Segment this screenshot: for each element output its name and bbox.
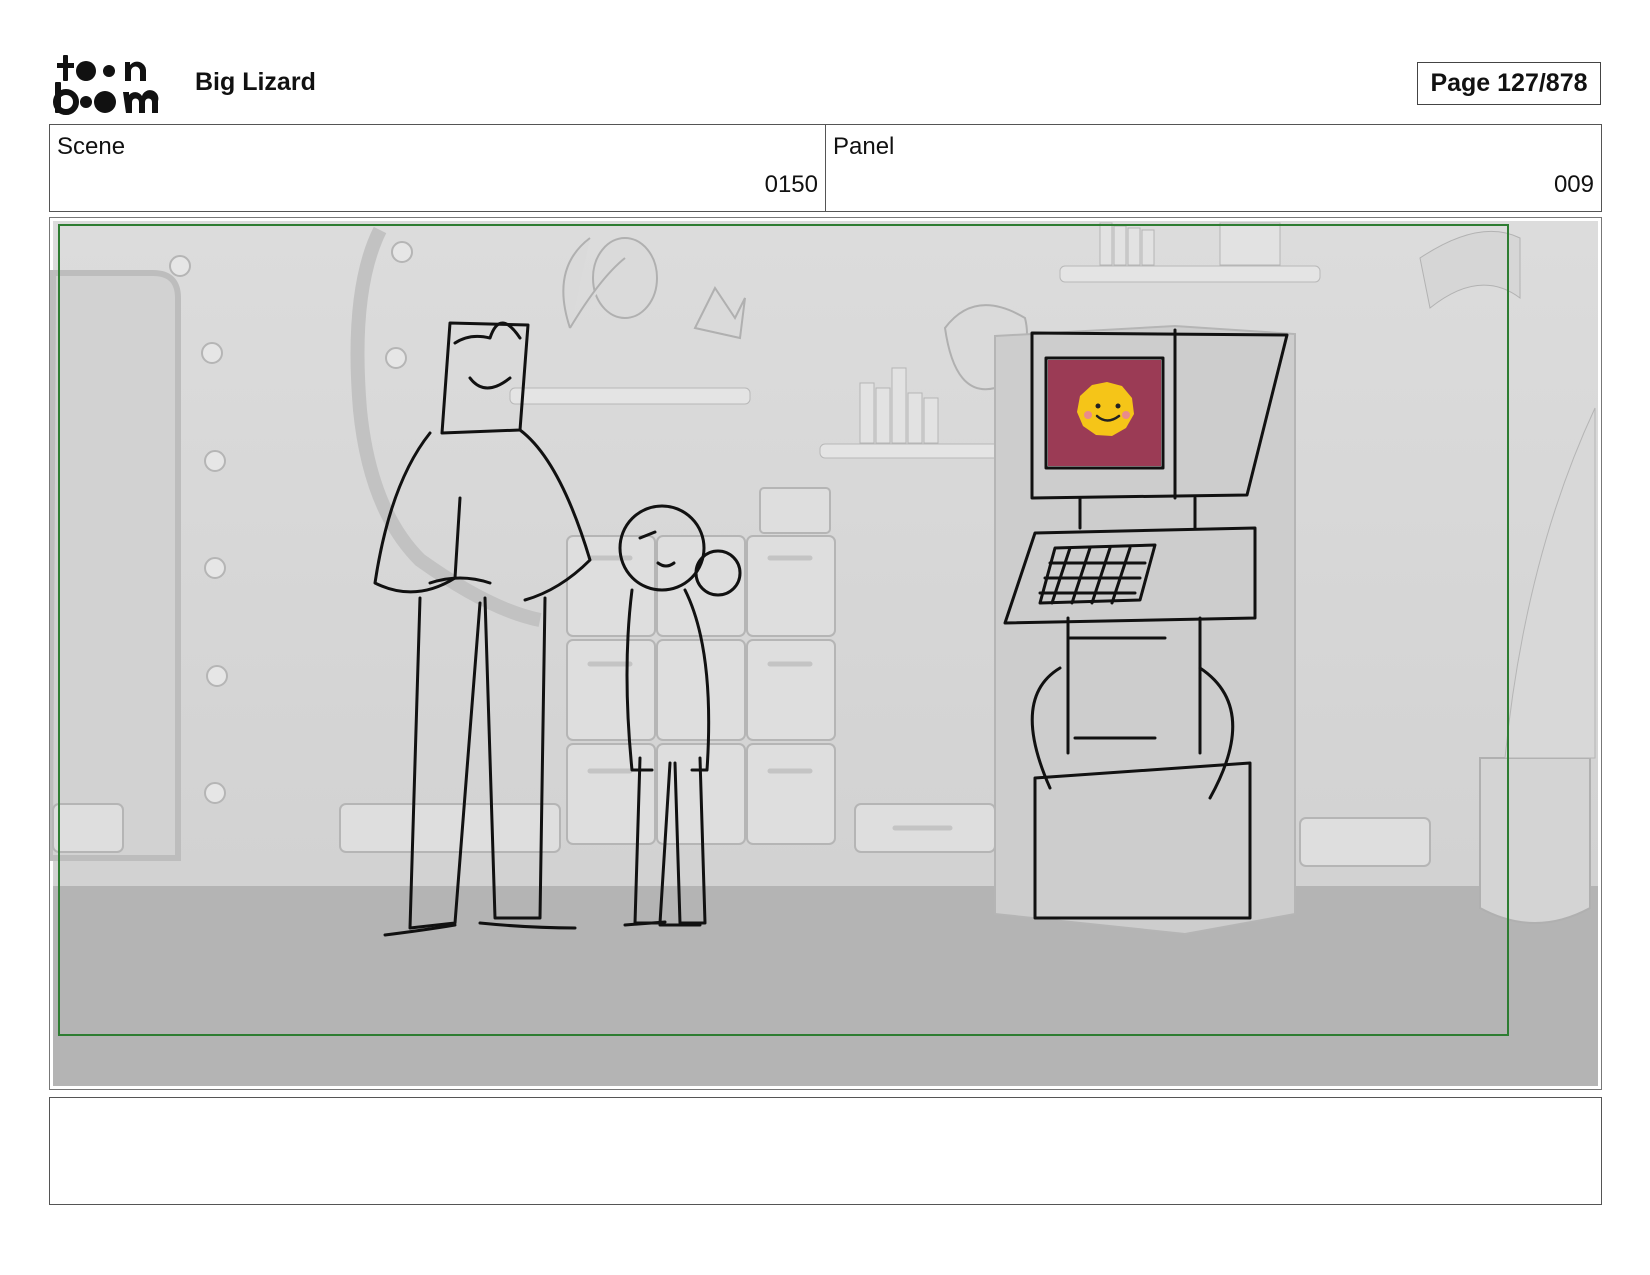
scene-label: Scene: [57, 133, 126, 160]
info-row: Scene 0150 Panel 009: [49, 124, 1602, 212]
scene-cell: Scene 0150: [50, 125, 825, 211]
scene-number: 0150: [764, 171, 818, 198]
plant-pot: [1479, 757, 1591, 924]
panel-artwork: [50, 221, 1598, 1086]
door: [50, 270, 181, 861]
toon-boom-logo: [53, 55, 159, 115]
page-indicator: Page 127/878: [1417, 62, 1601, 105]
panel-number: 009: [1553, 171, 1594, 198]
project-title: Big Lizard: [195, 68, 316, 96]
shelf-1: [509, 387, 751, 405]
panel-cell: Panel 009: [825, 125, 1601, 211]
storyboard-panel: [49, 217, 1602, 1090]
floor: [53, 886, 1598, 1086]
panel-label: Panel: [833, 133, 895, 160]
shelf-3: [1059, 265, 1321, 283]
notes-box: [49, 1097, 1602, 1205]
